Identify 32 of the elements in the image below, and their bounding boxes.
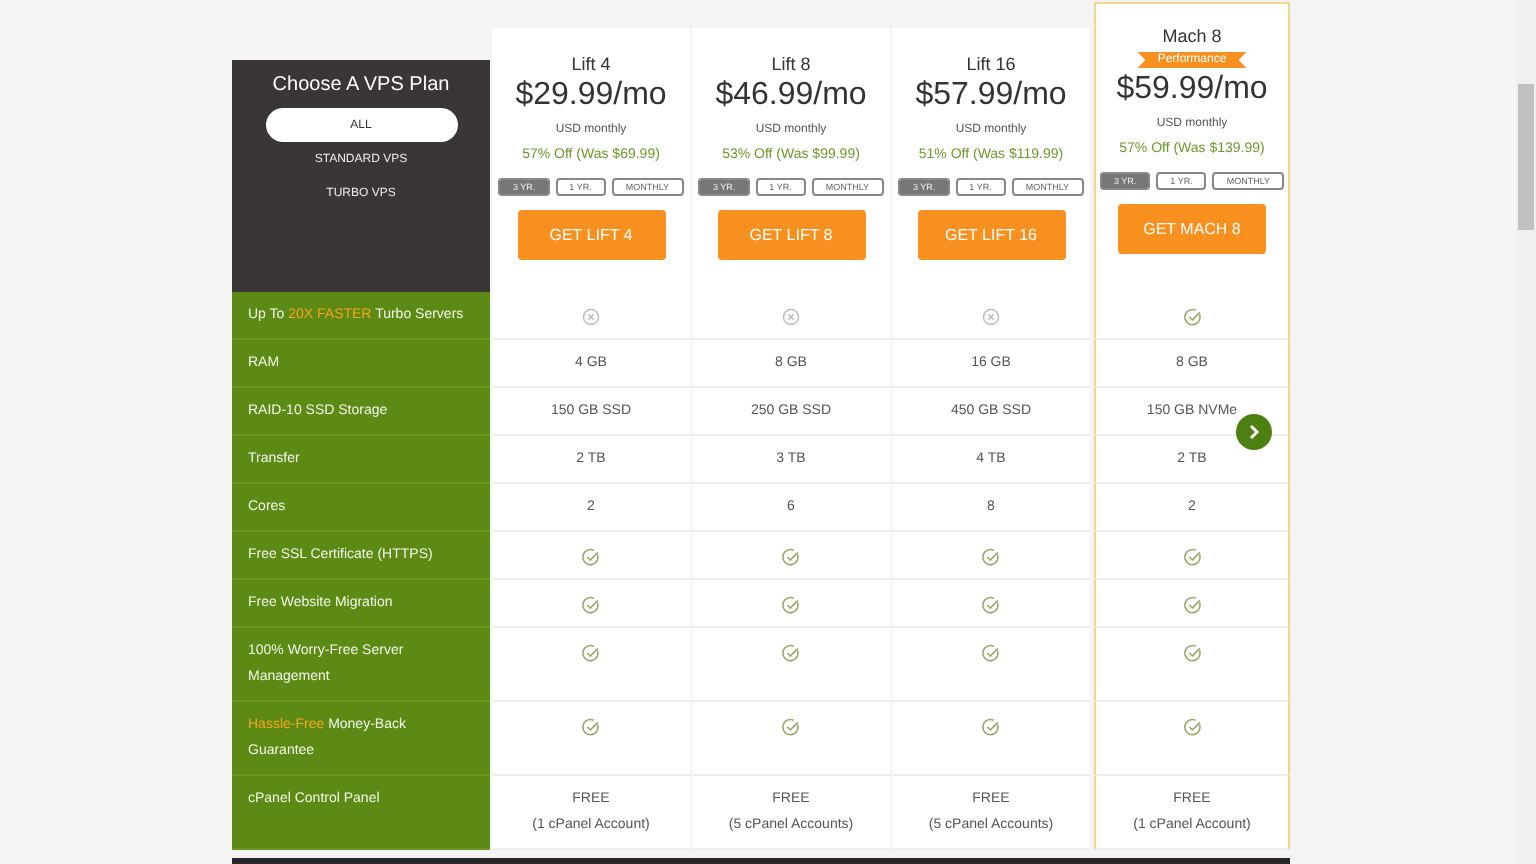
plan-price: $29.99/mo [515,78,667,114]
check-icon [1183,595,1201,613]
chevron-right-icon [1248,424,1260,440]
check-icon [582,717,600,735]
check-icon [582,547,600,565]
plan-price: $46.99/mo [715,78,867,114]
check-icon [782,643,800,661]
check-icon [982,595,1000,613]
plan-price: $57.99/mo [915,78,1067,114]
scrollbar[interactable] [1516,0,1536,864]
check-icon [1183,547,1201,565]
plan-name: Lift 16 [966,54,1016,74]
plan-name: Lift 4 [571,54,611,74]
panel-title: Choose A VPS Plan [272,74,450,96]
cross-icon [982,307,1000,325]
cross-icon [782,307,800,325]
plan-price: $59.99/mo [1116,72,1268,108]
check-icon [1183,717,1201,735]
check-icon [1183,307,1201,325]
check-icon [782,547,800,565]
check-icon [582,643,600,661]
check-icon [1183,643,1201,661]
check-icon [982,643,1000,661]
check-icon [582,595,600,613]
plan-name: Mach 8 [1162,26,1222,46]
check-icon [782,595,800,613]
cross-icon [582,307,600,325]
plan-name: Lift 8 [771,54,811,74]
check-icon [982,547,1000,565]
check-icon [782,717,800,735]
scrollbar-thumb[interactable] [1518,84,1534,230]
check-icon [982,717,1000,735]
